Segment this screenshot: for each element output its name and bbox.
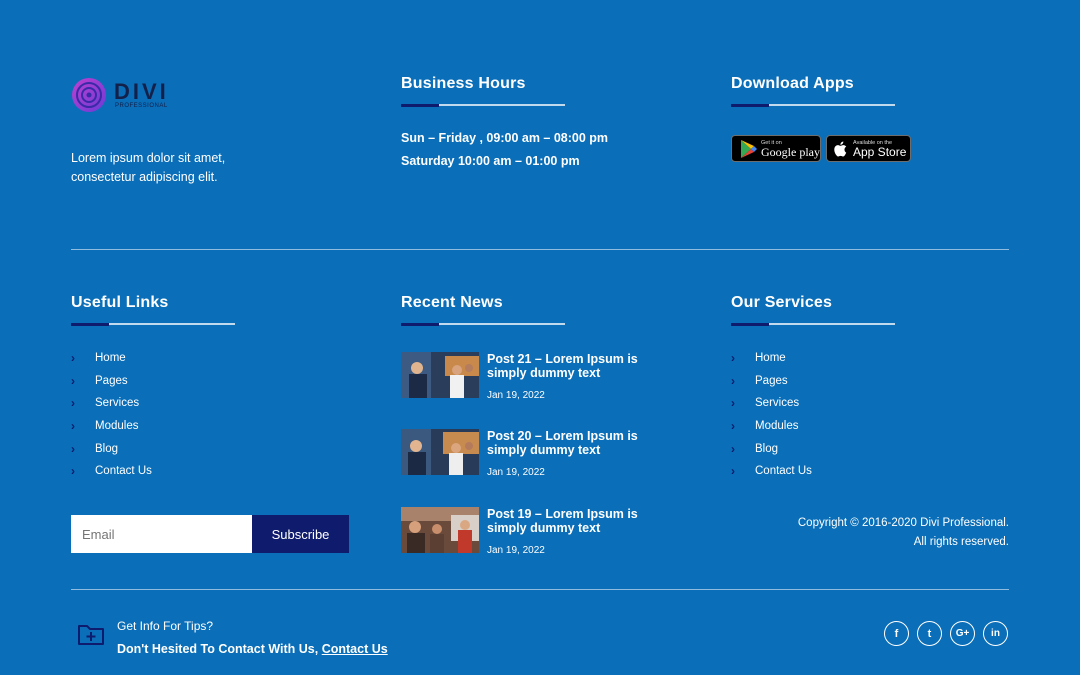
- news-title[interactable]: Post 21 – Lorem Ipsum is simply dummy te…: [487, 352, 657, 380]
- google-play-icon: [741, 139, 757, 158]
- news-thumbnail[interactable]: [401, 429, 479, 475]
- news-item[interactable]: Post 20 – Lorem Ipsum is simply dummy te…: [401, 429, 661, 478]
- our-services-list: › Home › Pages › Services › Modules › Blog › C…: [731, 347, 812, 483]
- brand-name: DIVI: [114, 79, 169, 104]
- chevron-right-icon: ›: [731, 464, 735, 479]
- news-date: Jan 19, 2022: [487, 545, 545, 556]
- contact-prompt: Don't Hesited To Contact With Us, Contac…: [117, 642, 388, 656]
- apple-icon: [834, 141, 847, 156]
- folder-plus-icon: [78, 625, 104, 645]
- chevron-right-icon: ›: [71, 464, 75, 479]
- business-hours-line2: Saturday 10:00 am – 01:00 pm: [401, 154, 580, 168]
- business-hours-line1: Sun – Friday , 09:00 am – 08:00 pm: [401, 131, 609, 145]
- service-link-contact-us[interactable]: › Contact Us: [731, 460, 812, 483]
- google-play-button[interactable]: Get it on Google play: [731, 135, 821, 162]
- useful-link-contact-us[interactable]: › Contact Us: [71, 460, 152, 483]
- linkedin-icon[interactable]: in: [983, 621, 1008, 646]
- service-link-services[interactable]: › Services: [731, 392, 812, 415]
- news-item[interactable]: Post 21 – Lorem Ipsum is simply dummy te…: [401, 352, 661, 401]
- news-thumbnail[interactable]: [401, 352, 479, 398]
- useful-link-home[interactable]: › Home: [71, 347, 152, 370]
- news-thumbnail[interactable]: [401, 507, 479, 553]
- download-apps-heading: Download Apps: [731, 75, 854, 92]
- our-services-heading: Our Services: [731, 294, 833, 311]
- useful-link-pages[interactable]: › Pages: [71, 370, 152, 393]
- service-link-blog[interactable]: › Blog: [731, 438, 812, 461]
- chevron-right-icon: ›: [71, 396, 75, 411]
- chevron-right-icon: ›: [71, 351, 75, 365]
- service-link-home[interactable]: › Home: [731, 347, 812, 370]
- divider-top: [71, 249, 1009, 250]
- email-input[interactable]: [71, 515, 252, 553]
- news-date: Jan 19, 2022: [487, 390, 545, 401]
- useful-link-blog[interactable]: › Blog: [71, 438, 152, 461]
- chevron-right-icon: ›: [731, 396, 735, 411]
- useful-links-list: › Home › Pages › Services › Modules › Blog › C…: [71, 347, 152, 483]
- business-hours-heading: Business Hours: [401, 75, 526, 92]
- chevron-right-icon: ›: [71, 419, 75, 434]
- chevron-right-icon: ›: [731, 373, 735, 388]
- useful-links-heading: Useful Links: [71, 294, 169, 311]
- chevron-right-icon: ›: [71, 441, 75, 456]
- facebook-icon[interactable]: f: [884, 621, 909, 646]
- twitter-icon[interactable]: t: [917, 621, 942, 646]
- our-services-underline: [731, 322, 895, 326]
- service-link-modules[interactable]: › Modules: [731, 415, 812, 438]
- contact-us-link[interactable]: Contact Us: [322, 642, 388, 656]
- recent-news-underline: [401, 322, 565, 326]
- news-item[interactable]: Post 19 – Lorem Ipsum is simply dummy te…: [401, 507, 661, 556]
- download-apps-underline: [731, 103, 895, 107]
- useful-link-services[interactable]: › Services: [71, 392, 152, 415]
- google-plus-icon[interactable]: G+: [950, 621, 975, 646]
- useful-links-underline: [71, 322, 235, 326]
- tips-question: Get Info For Tips?: [117, 619, 214, 633]
- chevron-right-icon: ›: [71, 373, 75, 388]
- copyright: Copyright © 2016-2020 Divi Professional.…: [797, 517, 1009, 548]
- recent-news-heading: Recent News: [401, 294, 503, 311]
- chevron-right-icon: ›: [731, 351, 735, 365]
- service-link-pages[interactable]: › Pages: [731, 370, 812, 393]
- brand-description: Lorem ipsum dolor sit amet, consectetur …: [71, 151, 226, 184]
- news-title[interactable]: Post 19 – Lorem Ipsum is simply dummy te…: [487, 507, 657, 535]
- business-hours-underline: [401, 103, 565, 107]
- chevron-right-icon: ›: [731, 419, 735, 434]
- news-title[interactable]: Post 20 – Lorem Ipsum is simply dummy te…: [487, 429, 657, 457]
- chevron-right-icon: ›: [731, 441, 735, 456]
- brand-logo[interactable]: DIVI PROFESSIONAL: [71, 77, 181, 115]
- brand-tagline: PROFESSIONAL: [115, 103, 168, 109]
- logo-mark-icon: [72, 78, 106, 112]
- app-store-button[interactable]: Available on the App Store: [826, 135, 911, 162]
- news-date: Jan 19, 2022: [487, 467, 545, 478]
- divider-bottom: [71, 589, 1009, 590]
- useful-link-modules[interactable]: › Modules: [71, 415, 152, 438]
- subscribe-button[interactable]: Subscribe: [252, 515, 349, 553]
